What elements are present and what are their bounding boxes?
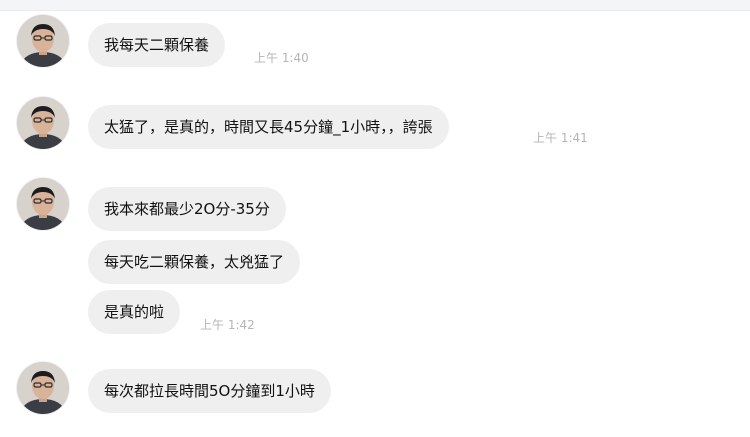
user-avatar-icon [17,178,69,230]
user-avatar-icon [17,15,69,67]
avatar[interactable] [17,97,69,149]
message-bubble[interactable]: 我每天二顆保養 [88,23,226,67]
message-bubble[interactable]: 每次都拉長時間5O分鐘到1小時 [88,369,331,413]
message-bubble[interactable]: 我本來都最少2O分-35分 [88,187,286,231]
message-bubble[interactable]: 太猛了，是真的，時間又長45分鐘_1小時，，誇張 [88,105,449,149]
message-bubble[interactable]: 是真的啦 [88,290,181,334]
message-bubble[interactable]: 每天吃二顆保養，太兇猛了 [88,240,301,284]
avatar[interactable] [17,178,69,230]
message-timestamp: 上午 1:40 [254,51,309,65]
user-avatar-icon [17,362,69,414]
user-avatar-icon [17,97,69,149]
avatar[interactable] [17,362,69,414]
message-timestamp: 上午 1:42 [200,318,255,332]
message-timestamp: 上午 1:41 [533,131,588,145]
header-divider [0,0,750,11]
avatar[interactable] [17,15,69,67]
